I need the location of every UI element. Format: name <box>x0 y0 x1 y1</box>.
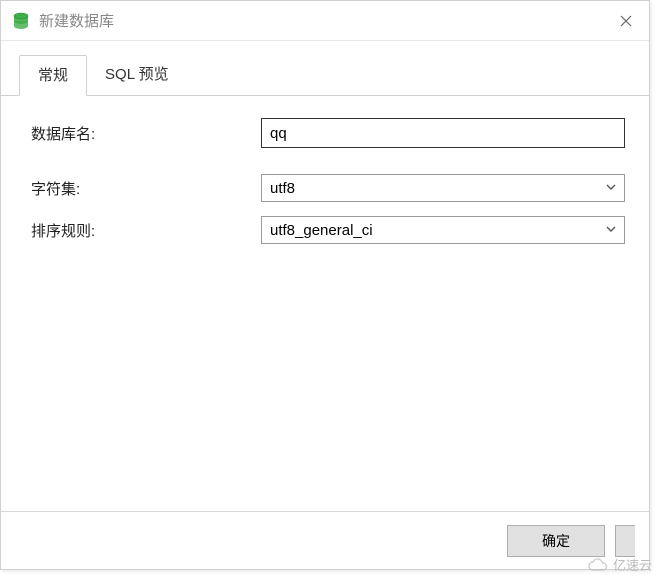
dialog-footer: 确定 <box>1 511 649 569</box>
spacer <box>31 162 625 174</box>
row-database-name: 数据库名: <box>31 118 625 148</box>
label-collation: 排序规则: <box>31 220 261 241</box>
window-title: 新建数据库 <box>39 10 603 31</box>
new-database-dialog: 新建数据库 常规 SQL 预览 数据库名: 字符集: <box>0 0 650 570</box>
row-charset: 字符集: <box>31 174 625 202</box>
ok-button[interactable]: 确定 <box>507 525 605 557</box>
tab-sql-preview[interactable]: SQL 预览 <box>87 55 187 96</box>
tab-general[interactable]: 常规 <box>19 55 87 96</box>
select-collation[interactable] <box>261 216 625 244</box>
label-database-name: 数据库名: <box>31 123 261 144</box>
titlebar: 新建数据库 <box>1 1 649 41</box>
close-icon <box>620 15 632 27</box>
select-charset[interactable] <box>261 174 625 202</box>
input-database-name[interactable] <box>261 118 625 148</box>
tab-bar: 常规 SQL 预览 <box>1 41 649 96</box>
select-charset-value[interactable] <box>261 174 625 202</box>
select-collation-value[interactable] <box>261 216 625 244</box>
database-icon <box>11 11 31 31</box>
tab-sql-preview-label: SQL 预览 <box>105 66 169 83</box>
close-button[interactable] <box>603 1 649 41</box>
secondary-button[interactable] <box>615 525 635 557</box>
tab-general-label: 常规 <box>38 67 68 84</box>
label-charset: 字符集: <box>31 178 261 199</box>
row-collation: 排序规则: <box>31 216 625 244</box>
form-content: 数据库名: 字符集: 排序规则: <box>1 96 649 511</box>
ok-button-label: 确定 <box>542 533 570 549</box>
